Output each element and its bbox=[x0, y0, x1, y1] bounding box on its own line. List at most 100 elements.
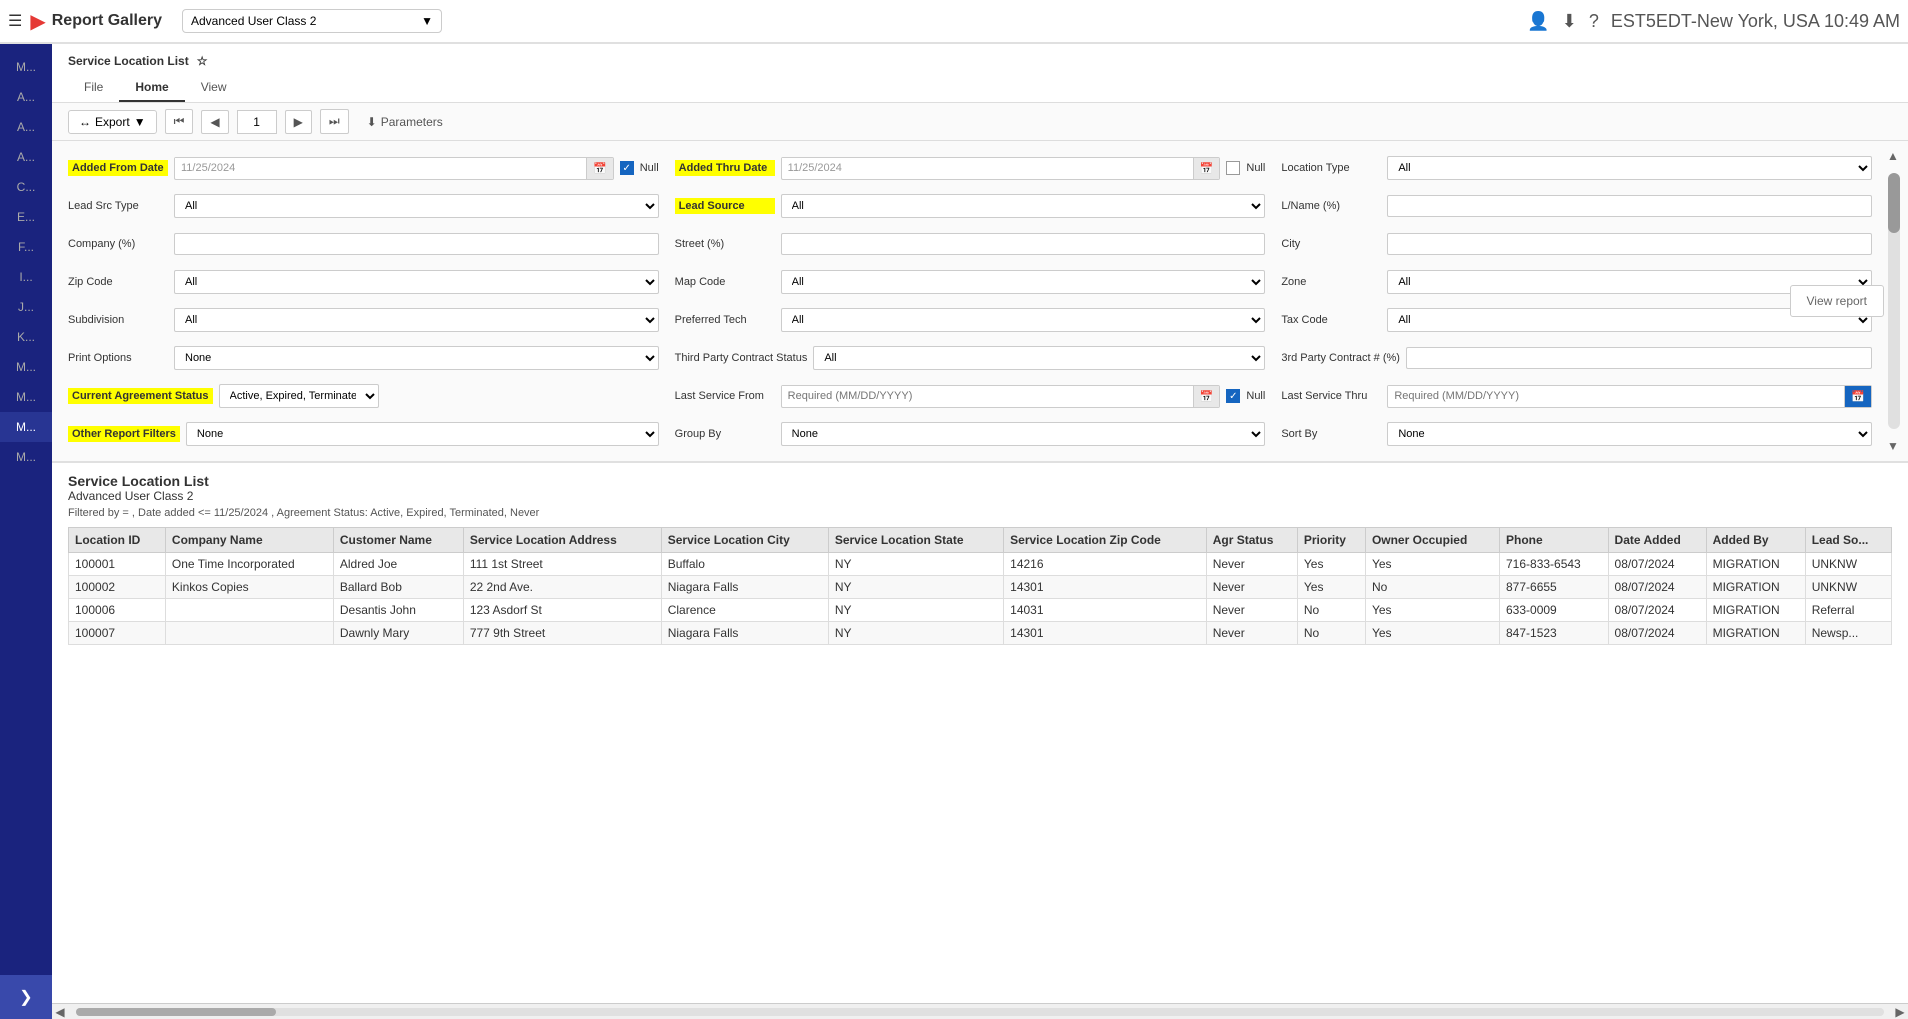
added-from-date-input[interactable] bbox=[175, 158, 586, 178]
parameters-button[interactable]: ⬇ Parameters bbox=[357, 111, 453, 133]
table-cell: 08/07/2024 bbox=[1608, 553, 1706, 576]
added-from-date-calendar-icon[interactable]: 📅 bbox=[586, 158, 613, 179]
table-cell: MIGRATION bbox=[1706, 599, 1805, 622]
params-scroll-up[interactable]: ▲ bbox=[1886, 149, 1900, 163]
sidebar-item-2[interactable]: A... bbox=[0, 112, 52, 142]
sidebar-item-13[interactable]: M... bbox=[0, 442, 52, 472]
table-row[interactable]: 100007Dawnly Mary777 9th StreetNiagara F… bbox=[69, 622, 1892, 645]
map-code-select[interactable]: All bbox=[781, 270, 1266, 294]
last-service-from-wrap[interactable]: 📅 bbox=[781, 385, 1221, 408]
report-dropdown[interactable]: Advanced User Class 2 ▼ bbox=[182, 9, 442, 33]
params-scroll-thumb[interactable] bbox=[1888, 173, 1900, 233]
params-scroll-down[interactable]: ▼ bbox=[1886, 439, 1900, 453]
view-report-button[interactable]: View report bbox=[1790, 285, 1884, 317]
subdivision-select[interactable]: All bbox=[174, 308, 659, 332]
last-service-from-null-checkbox[interactable]: ✓ bbox=[1226, 389, 1240, 403]
last-service-thru-input[interactable] bbox=[1388, 386, 1844, 406]
last-service-thru-calendar-icon[interactable]: 📅 bbox=[1844, 386, 1871, 407]
tabs: File Home View bbox=[68, 74, 1892, 102]
group-by-select[interactable]: None bbox=[781, 422, 1266, 446]
nav-last-button[interactable]: ⏭ bbox=[320, 109, 349, 134]
sidebar-item-4[interactable]: C... bbox=[0, 172, 52, 202]
table-cell: Never bbox=[1206, 553, 1297, 576]
params-scrollbar: ▲ ▼ bbox=[1894, 149, 1904, 453]
last-service-from-input[interactable] bbox=[782, 386, 1193, 406]
city-label: City bbox=[1281, 238, 1381, 250]
other-report-filters-select[interactable]: None bbox=[186, 422, 659, 446]
sidebar-item-11[interactable]: M... bbox=[0, 382, 52, 412]
param-row-last-service-thru: Last Service Thru 📅 bbox=[1281, 381, 1872, 411]
street-pct-input[interactable] bbox=[781, 233, 1266, 255]
tab-home[interactable]: Home bbox=[119, 74, 184, 102]
download-icon[interactable]: ⬇ bbox=[1562, 11, 1577, 32]
param-row-group-by: Group By None bbox=[675, 419, 1266, 449]
table-row[interactable]: 100006Desantis John123 Asdorf StClarence… bbox=[69, 599, 1892, 622]
company-pct-input[interactable] bbox=[174, 233, 659, 255]
table-cell: Newsp... bbox=[1805, 622, 1891, 645]
favorite-star-icon[interactable]: ☆ bbox=[197, 54, 208, 68]
param-row-added-thru: Added Thru Date 📅 Null bbox=[675, 153, 1266, 183]
sidebar-item-6[interactable]: F... bbox=[0, 232, 52, 262]
sidebar-item-12[interactable]: M... bbox=[0, 412, 52, 442]
added-thru-date-input-wrap[interactable]: 📅 bbox=[781, 157, 1221, 180]
added-thru-date-calendar-icon[interactable]: 📅 bbox=[1193, 158, 1220, 179]
export-button[interactable]: ↔ Export ▼ bbox=[68, 110, 157, 134]
sidebar-toggle[interactable]: ❯ bbox=[0, 975, 52, 1019]
table-cell: No bbox=[1297, 622, 1365, 645]
added-thru-date-label: Added Thru Date bbox=[675, 160, 775, 176]
tab-file[interactable]: File bbox=[68, 74, 119, 102]
scroll-right-arrow[interactable]: ▶ bbox=[1892, 1004, 1908, 1019]
lead-source-select[interactable]: All bbox=[781, 194, 1266, 218]
third-party-status-select[interactable]: All bbox=[813, 346, 1265, 370]
preferred-tech-select[interactable]: All bbox=[781, 308, 1266, 332]
param-row-lead-source: Lead Source All bbox=[675, 191, 1266, 221]
current-agreement-select[interactable]: Active, Expired, Terminated bbox=[219, 384, 379, 408]
sidebar-item-10[interactable]: M... bbox=[0, 352, 52, 382]
sidebar-item-3[interactable]: A... bbox=[0, 142, 52, 172]
sidebar-item-7[interactable]: I... bbox=[0, 262, 52, 292]
scroll-left-arrow[interactable]: ◀ bbox=[52, 1004, 68, 1019]
sidebar-item-1[interactable]: A... bbox=[0, 82, 52, 112]
user-icon[interactable]: 👤 bbox=[1527, 11, 1549, 32]
sort-by-select[interactable]: None bbox=[1387, 422, 1872, 446]
location-type-select[interactable]: All bbox=[1387, 156, 1872, 180]
param-row-street-pct: Street (%) bbox=[675, 229, 1266, 259]
table-row[interactable]: 100002Kinkos CopiesBallard Bob22 2nd Ave… bbox=[69, 576, 1892, 599]
lname-pct-input[interactable] bbox=[1387, 195, 1872, 217]
table-cell: 100001 bbox=[69, 553, 166, 576]
zip-code-label: Zip Code bbox=[68, 276, 168, 288]
sidebar-item-8[interactable]: J... bbox=[0, 292, 52, 322]
lead-src-type-select[interactable]: All bbox=[174, 194, 659, 218]
sidebar-item-0[interactable]: M... bbox=[0, 52, 52, 82]
table-cell: Referral bbox=[1805, 599, 1891, 622]
hamburger-menu[interactable]: ☰ bbox=[8, 11, 22, 31]
added-from-null-checkbox[interactable]: ✓ bbox=[620, 161, 634, 175]
last-service-from-calendar-icon[interactable]: 📅 bbox=[1193, 386, 1220, 407]
scrollbar-thumb[interactable] bbox=[76, 1008, 276, 1016]
page-number-input[interactable] bbox=[237, 110, 277, 134]
added-from-date-input-wrap[interactable]: 📅 bbox=[174, 157, 614, 180]
nav-next-button[interactable]: ▶ bbox=[285, 110, 312, 134]
sidebar-item-5[interactable]: E... bbox=[0, 202, 52, 232]
scrollbar-track[interactable] bbox=[76, 1008, 1884, 1016]
help-icon[interactable]: ? bbox=[1589, 11, 1599, 32]
added-thru-date-input[interactable] bbox=[782, 158, 1193, 178]
sidebar-item-9[interactable]: K... bbox=[0, 322, 52, 352]
table-row[interactable]: 100001One Time IncorporatedAldred Joe111… bbox=[69, 553, 1892, 576]
table-cell: 877-6655 bbox=[1500, 576, 1609, 599]
top-bar: ☰ ▶ Report Gallery Advanced User Class 2… bbox=[0, 0, 1908, 44]
city-input[interactable] bbox=[1387, 233, 1872, 255]
zip-code-select[interactable]: All bbox=[174, 270, 659, 294]
third-party-num-input[interactable] bbox=[1406, 347, 1872, 369]
param-row-subdivision: Subdivision All bbox=[68, 305, 659, 335]
tab-view[interactable]: View bbox=[185, 74, 243, 102]
added-thru-null-checkbox[interactable] bbox=[1226, 161, 1240, 175]
table-cell: Yes bbox=[1297, 576, 1365, 599]
table-cell: MIGRATION bbox=[1706, 576, 1805, 599]
nav-first-button[interactable]: ⏮ bbox=[165, 109, 194, 134]
lead-src-type-label: Lead Src Type bbox=[68, 200, 168, 212]
map-code-label: Map Code bbox=[675, 276, 775, 288]
last-service-thru-wrap[interactable]: 📅 bbox=[1387, 385, 1872, 408]
print-options-select[interactable]: None bbox=[174, 346, 659, 370]
nav-prev-button[interactable]: ◀ bbox=[201, 110, 228, 134]
